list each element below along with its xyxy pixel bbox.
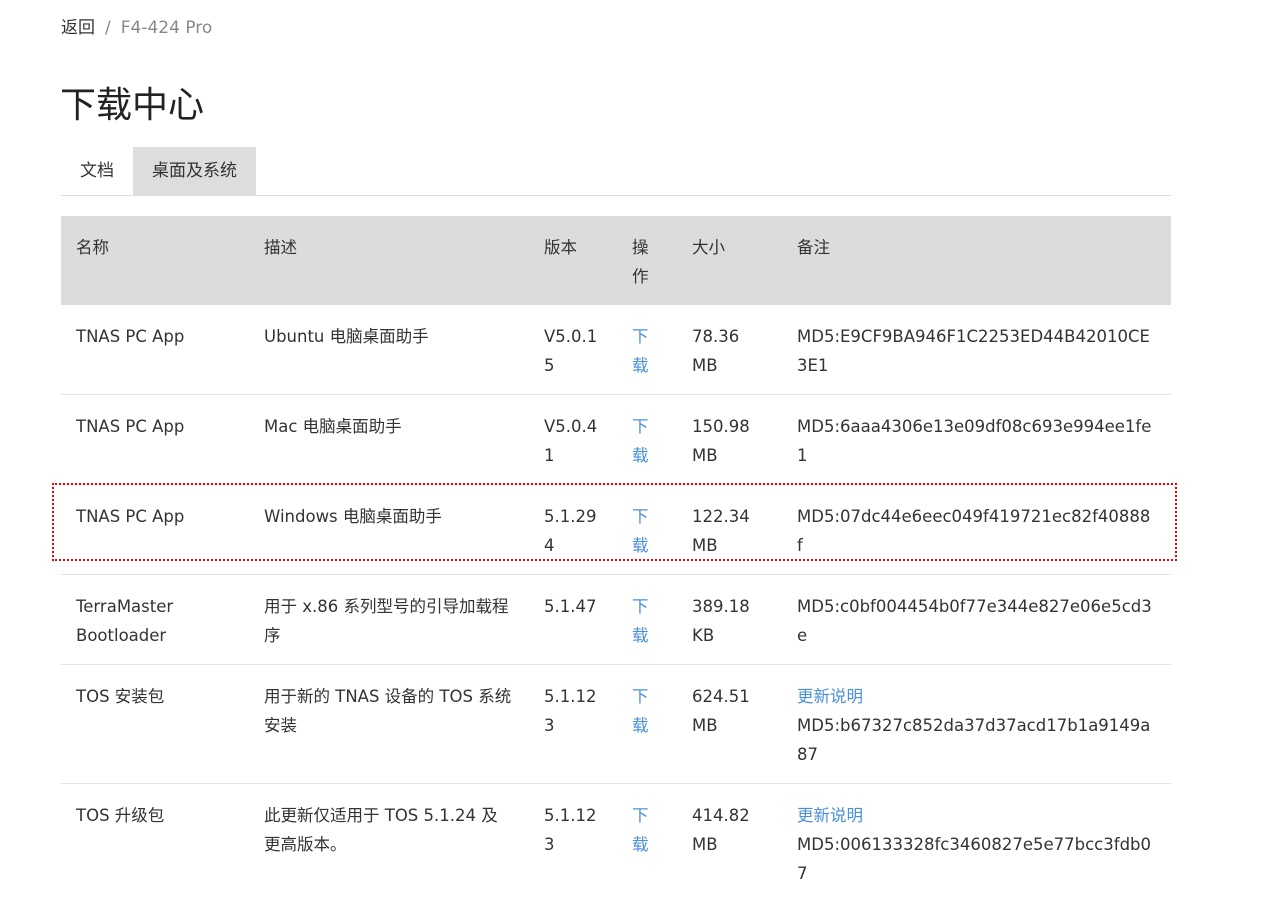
cell-version: 5.1.123 — [529, 665, 617, 784]
header-name: 名称 — [61, 216, 249, 305]
md5-text: MD5:c0bf004454b0f77e344e827e06e5cd3e — [797, 597, 1152, 645]
download-link[interactable]: 下载 — [632, 806, 649, 854]
cell-desc: Mac 电脑桌面助手 — [249, 395, 529, 485]
back-link[interactable]: 返回 — [61, 18, 95, 38]
cell-action: 下载 — [617, 665, 677, 784]
download-link[interactable]: 下载 — [632, 507, 649, 555]
download-link[interactable]: 下载 — [632, 687, 649, 735]
cell-version: 5.1.294 — [529, 485, 617, 575]
md5-text: MD5:07dc44e6eec049f419721ec82f40888f — [797, 507, 1150, 555]
cell-size: 624.51 MB — [677, 665, 782, 784]
cell-note: MD5:E9CF9BA946F1C2253ED44B42010CE3E1 — [782, 305, 1171, 395]
cell-size: 78.36 MB — [677, 305, 782, 395]
cell-desc: 此更新仅适用于 TOS 5.1.24 及更高版本。 — [249, 784, 529, 902]
table-row: TerraMaster Bootloader 用于 x.86 系列型号的引导加载… — [61, 575, 1171, 665]
cell-note: MD5:c0bf004454b0f77e344e827e06e5cd3e — [782, 575, 1171, 665]
cell-note: MD5:6aaa4306e13e09df08c693e994ee1fe1 — [782, 395, 1171, 485]
md5-text: MD5:006133328fc3460827e5e77bcc3fdb07 — [797, 835, 1151, 883]
breadcrumb: 返回 / F4-424 Pro — [61, 13, 212, 38]
breadcrumb-current: F4-424 Pro — [121, 18, 213, 38]
table-row: TNAS PC App Windows 电脑桌面助手 5.1.294 下载 12… — [61, 485, 1171, 575]
release-notes-link[interactable]: 更新说明 — [797, 682, 1156, 711]
cell-name: TNAS PC App — [61, 485, 249, 575]
tab-desktop-system[interactable]: 桌面及系统 — [133, 147, 256, 195]
cell-name: TOS 安装包 — [61, 665, 249, 784]
table-row: TNAS PC App Mac 电脑桌面助手 V5.0.41 下载 150.98… — [61, 395, 1171, 485]
download-link[interactable]: 下载 — [632, 327, 649, 375]
md5-text: MD5:E9CF9BA946F1C2253ED44B42010CE3E1 — [797, 327, 1150, 375]
release-notes-link[interactable]: 更新说明 — [797, 801, 1156, 830]
cell-size: 389.18 KB — [677, 575, 782, 665]
md5-text: MD5:b67327c852da37d37acd17b1a9149a87 — [797, 716, 1150, 764]
cell-version: 5.1.123 — [529, 784, 617, 902]
tab-bar: 文档 桌面及系统 — [61, 147, 1171, 196]
cell-note: MD5:07dc44e6eec049f419721ec82f40888f — [782, 485, 1171, 575]
cell-size: 122.34 MB — [677, 485, 782, 575]
cell-name: TNAS PC App — [61, 395, 249, 485]
cell-action: 下载 — [617, 395, 677, 485]
download-link[interactable]: 下载 — [632, 417, 649, 465]
cell-action: 下载 — [617, 485, 677, 575]
downloads-table: 名称 描述 版本 操作 大小 备注 TNAS PC App Ubuntu 电脑桌… — [61, 216, 1171, 902]
cell-note: 更新说明 MD5:006133328fc3460827e5e77bcc3fdb07 — [782, 784, 1171, 902]
cell-desc: 用于新的 TNAS 设备的 TOS 系统安装 — [249, 665, 529, 784]
header-desc: 描述 — [249, 216, 529, 305]
cell-desc: 用于 x.86 系列型号的引导加载程序 — [249, 575, 529, 665]
table-row: TNAS PC App Ubuntu 电脑桌面助手 V5.0.15 下载 78.… — [61, 305, 1171, 395]
breadcrumb-separator: / — [105, 18, 111, 38]
cell-version: V5.0.41 — [529, 395, 617, 485]
cell-size: 150.98 MB — [677, 395, 782, 485]
cell-name: TerraMaster Bootloader — [61, 575, 249, 665]
header-version: 版本 — [529, 216, 617, 305]
table-header-row: 名称 描述 版本 操作 大小 备注 — [61, 216, 1171, 305]
cell-name: TOS 升级包 — [61, 784, 249, 902]
header-size: 大小 — [677, 216, 782, 305]
cell-action: 下载 — [617, 575, 677, 665]
table-row: TOS 安装包 用于新的 TNAS 设备的 TOS 系统安装 5.1.123 下… — [61, 665, 1171, 784]
header-action: 操作 — [617, 216, 677, 305]
cell-version: V5.0.15 — [529, 305, 617, 395]
cell-desc: Windows 电脑桌面助手 — [249, 485, 529, 575]
cell-action: 下载 — [617, 305, 677, 395]
table-row: TOS 升级包 此更新仅适用于 TOS 5.1.24 及更高版本。 5.1.12… — [61, 784, 1171, 902]
cell-size: 414.82 MB — [677, 784, 782, 902]
cell-name: TNAS PC App — [61, 305, 249, 395]
download-link[interactable]: 下载 — [632, 597, 649, 645]
page-title: 下载中心 — [60, 76, 204, 128]
cell-action: 下载 — [617, 784, 677, 902]
cell-version: 5.1.47 — [529, 575, 617, 665]
md5-text: MD5:6aaa4306e13e09df08c693e994ee1fe1 — [797, 417, 1151, 465]
tab-documents[interactable]: 文档 — [61, 147, 133, 195]
cell-desc: Ubuntu 电脑桌面助手 — [249, 305, 529, 395]
cell-note: 更新说明 MD5:b67327c852da37d37acd17b1a9149a87 — [782, 665, 1171, 784]
header-note: 备注 — [782, 216, 1171, 305]
